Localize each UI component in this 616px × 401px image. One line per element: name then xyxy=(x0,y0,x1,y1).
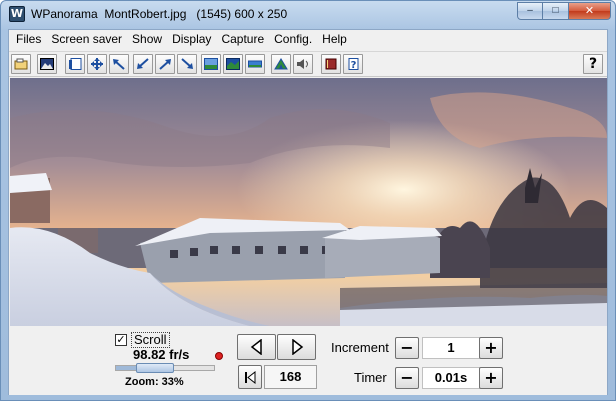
zoom-label: Zoom: 33% xyxy=(125,376,184,388)
zoom-slider[interactable] xyxy=(115,363,215,373)
speaker-icon[interactable] xyxy=(293,54,313,74)
picture-icon[interactable] xyxy=(37,54,57,74)
panorama-view[interactable] xyxy=(10,78,607,326)
help-button[interactable]: ? xyxy=(583,54,603,74)
move-arrows-icon[interactable] xyxy=(87,54,107,74)
book-icon[interactable] xyxy=(321,54,341,74)
panorama-image xyxy=(10,78,607,326)
menu-screen-saver[interactable]: Screen saver xyxy=(46,30,127,49)
menu-help[interactable]: Help xyxy=(317,30,352,49)
close-button[interactable]: ✕ xyxy=(569,2,611,20)
panorama-icon[interactable] xyxy=(223,54,243,74)
landscape-icon[interactable] xyxy=(201,54,221,74)
scroll-label[interactable]: Scroll xyxy=(131,332,170,348)
triangle-left-icon xyxy=(250,339,262,355)
triangle-right-icon xyxy=(291,339,303,355)
menu-files[interactable]: Files xyxy=(11,30,46,49)
window-controls: – □ ✕ xyxy=(517,2,611,20)
scroll-left-button[interactable] xyxy=(237,334,276,360)
increment-minus-button[interactable]: − xyxy=(395,337,419,359)
scroll-controls: ✓ Scroll 98.82 fr/s Zoom: 33% 168 Increm… xyxy=(9,327,607,395)
pages-icon[interactable] xyxy=(65,54,85,74)
go-to-start-button[interactable] xyxy=(238,365,262,389)
zoom-slider-thumb[interactable] xyxy=(136,363,174,373)
mountain-icon[interactable] xyxy=(271,54,291,74)
menu-show[interactable]: Show xyxy=(127,30,167,49)
minimize-button[interactable]: – xyxy=(517,2,543,20)
arrow-up-right-icon[interactable] xyxy=(155,54,175,74)
client-area: Files Screen saver Show Display Capture … xyxy=(8,29,608,395)
menu-capture[interactable]: Capture xyxy=(216,30,269,49)
menu-display[interactable]: Display xyxy=(167,30,216,49)
record-indicator-icon xyxy=(215,352,223,360)
window-title: WPanorama MontRobert.jpg (1545) 600 x 25… xyxy=(31,7,288,21)
arrow-down-left-icon[interactable] xyxy=(133,54,153,74)
increment-label: Increment xyxy=(331,340,389,355)
app-logo-icon[interactable]: W xyxy=(9,6,25,22)
help-page-icon[interactable]: ? xyxy=(343,54,363,74)
timer-minus-button[interactable]: − xyxy=(395,367,419,389)
toolbar: ? ? xyxy=(9,51,607,77)
maximize-button[interactable]: □ xyxy=(543,2,569,20)
increment-plus-button[interactable]: + xyxy=(479,337,503,359)
svg-text:?: ? xyxy=(351,60,357,70)
open-folder-icon[interactable] xyxy=(11,54,31,74)
skip-start-icon xyxy=(245,371,256,384)
timer-label: Timer xyxy=(354,370,387,385)
menu-config[interactable]: Config. xyxy=(269,30,317,49)
app-window: W WPanorama MontRobert.jpg (1545) 600 x … xyxy=(0,0,616,401)
timer-plus-button[interactable]: + xyxy=(479,367,503,389)
scroll-right-button[interactable] xyxy=(277,334,316,360)
panorama-wide-icon[interactable] xyxy=(245,54,265,74)
title-bar[interactable]: W WPanorama MontRobert.jpg (1545) 600 x … xyxy=(1,1,615,29)
timer-value[interactable]: 0.01s xyxy=(422,367,480,389)
arrow-down-right-icon[interactable] xyxy=(177,54,197,74)
menu-bar: Files Screen saver Show Display Capture … xyxy=(9,30,607,49)
scroll-checkbox[interactable]: ✓ xyxy=(115,334,127,346)
frame-position-value: 168 xyxy=(264,365,317,389)
increment-value[interactable]: 1 xyxy=(422,337,480,359)
arrow-up-left-icon[interactable] xyxy=(109,54,129,74)
fps-readout: 98.82 fr/s xyxy=(133,347,190,362)
